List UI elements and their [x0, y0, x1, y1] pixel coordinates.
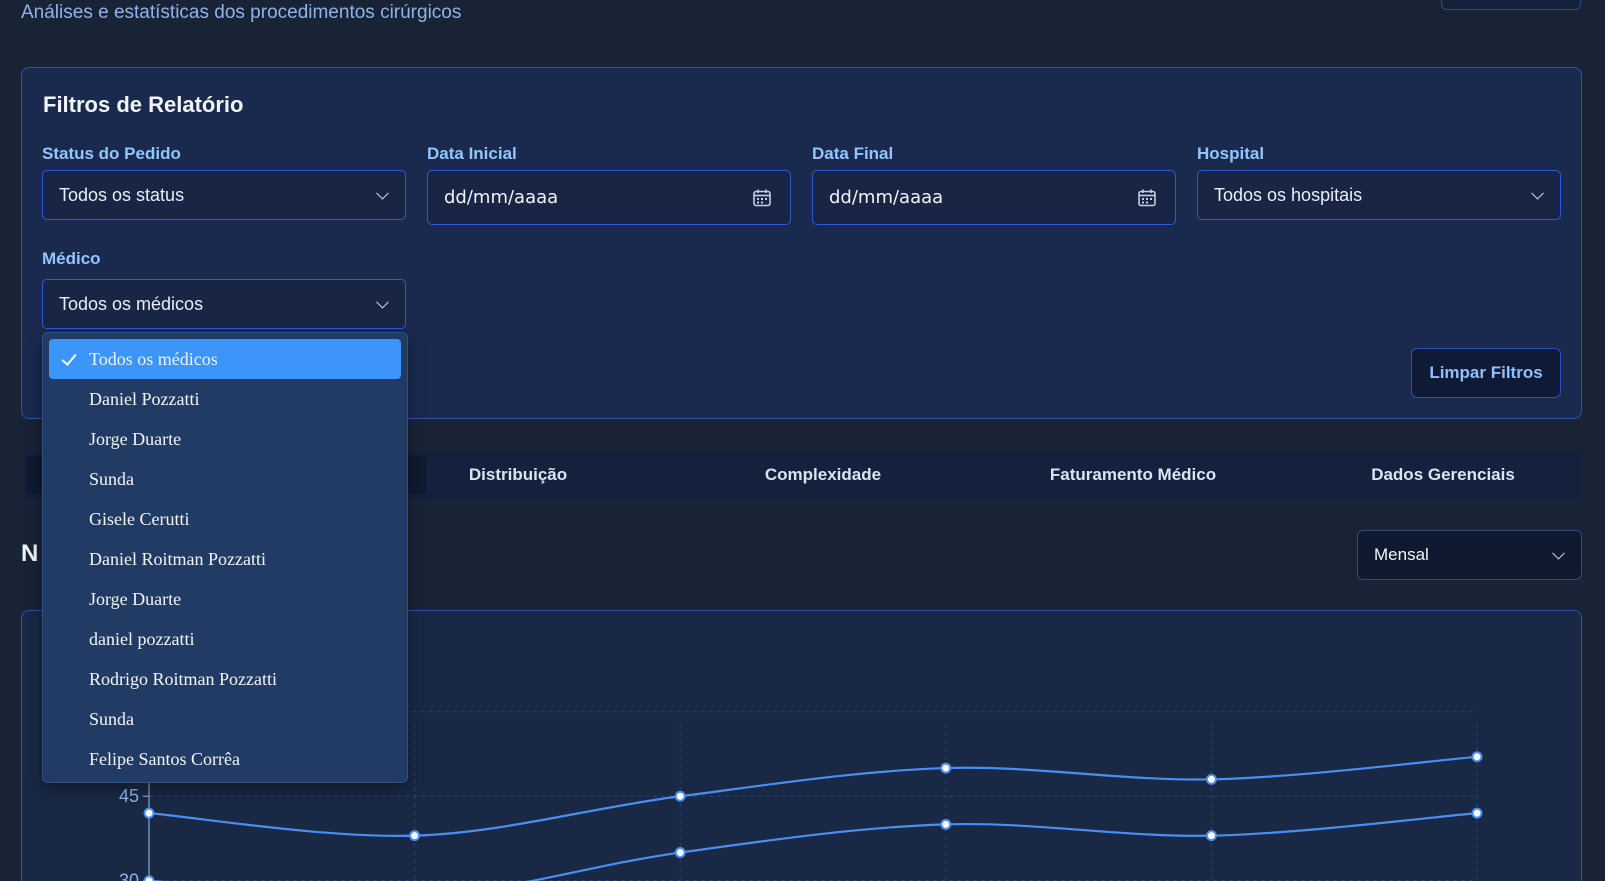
data-point — [940, 762, 952, 774]
doctor-option[interactable]: Jorge Duarte — [49, 579, 401, 619]
hospital-select[interactable]: Todos os hospitais — [1197, 170, 1561, 220]
doctor-option[interactable]: Daniel Pozzatti — [49, 379, 401, 419]
status-label: Status do Pedido — [42, 144, 181, 163]
doctor-option-label: Felipe Santos Corrêa — [89, 748, 240, 769]
doctor-option[interactable]: Felipe Santos Corrêa — [49, 739, 401, 779]
series-line-2 — [148, 812, 1478, 881]
chevron-down-icon — [1531, 186, 1544, 200]
doctor-dropdown-menu: Todos os médicos Daniel Pozzatti Jorge Dua… — [42, 332, 408, 783]
doctor-option[interactable]: Daniel Roitman Pozzatti — [49, 539, 401, 579]
chevron-down-icon — [1552, 546, 1565, 560]
status-select-value: Todos os status — [59, 184, 185, 205]
page-subtitle: Análises e estatísticas dos procedimento… — [21, 2, 462, 23]
chevron-down-icon — [376, 186, 389, 200]
calendar-icon[interactable] — [752, 188, 772, 208]
doctor-option[interactable]: Jorge Duarte — [49, 419, 401, 459]
data-point — [143, 875, 155, 881]
doctor-option-label: Sunda — [89, 708, 134, 729]
data-point — [674, 847, 686, 859]
doctor-option-label: Rodrigo Roitman Pozzatti — [89, 668, 277, 689]
doctor-option-label: Gisele Cerutti — [89, 508, 190, 529]
data-point — [1205, 830, 1217, 842]
date-end-label: Data Final — [812, 144, 894, 163]
doctor-option[interactable]: Sunda — [49, 699, 401, 739]
doctor-option-label: Todos os médicos — [89, 348, 218, 369]
y-tick-label: 30 — [119, 871, 139, 881]
data-point — [674, 790, 686, 802]
doctor-option[interactable]: Rodrigo Roitman Pozzatti — [49, 659, 401, 699]
chevron-down-icon — [376, 295, 389, 309]
check-icon — [61, 350, 77, 366]
doctor-option-label: Sunda — [89, 468, 134, 489]
doctor-option[interactable]: Gisele Cerutti — [49, 499, 401, 539]
doctor-option-label: Jorge Duarte — [89, 588, 182, 609]
hospital-select-value: Todos os hospitais — [1214, 184, 1363, 205]
date-start-label: Data Inicial — [427, 144, 517, 163]
doctor-select[interactable]: Todos os médicos — [42, 279, 406, 329]
tab-complexidade[interactable]: Complexidade — [708, 451, 938, 499]
y-tick-label: 45 — [119, 786, 139, 806]
data-point — [1471, 751, 1483, 763]
tab-dados-gerenciais[interactable]: Dados Gerenciais — [1328, 451, 1558, 499]
doctor-option-label: Jorge Duarte — [89, 428, 182, 449]
hospital-label: Hospital — [1197, 144, 1265, 163]
doctor-option-label: Daniel Roitman Pozzatti — [89, 548, 266, 569]
tab-faturamento-medico[interactable]: Faturamento Médico — [998, 451, 1268, 499]
doctor-option-label: Daniel Pozzatti — [89, 388, 200, 409]
data-point — [1205, 773, 1217, 785]
calendar-icon[interactable] — [1137, 188, 1157, 208]
doctor-option[interactable]: daniel pozzatti — [49, 619, 401, 659]
section-heading: N — [21, 540, 39, 567]
doctor-option-label: daniel pozzatti — [89, 628, 195, 649]
tab-distribuicao[interactable]: Distribuição — [403, 451, 633, 499]
date-start-placeholder: dd/mm/aaaa — [444, 187, 559, 208]
data-point — [409, 830, 421, 842]
period-select[interactable]: Mensal — [1357, 530, 1582, 580]
header-action-button[interactable] — [1441, 0, 1581, 10]
doctor-option[interactable]: Todos os médicos — [49, 339, 401, 379]
doctor-select-value: Todos os médicos — [59, 293, 204, 314]
date-end-placeholder: dd/mm/aaaa — [829, 187, 944, 208]
period-select-value: Mensal — [1374, 545, 1429, 564]
date-start-input[interactable]: dd/mm/aaaa — [427, 170, 791, 225]
filters-title: Filtros de Relatório — [43, 92, 244, 117]
doctor-option[interactable]: Sunda — [49, 459, 401, 499]
data-point — [1471, 807, 1483, 819]
status-select[interactable]: Todos os status — [42, 170, 406, 220]
date-end-input[interactable]: dd/mm/aaaa — [812, 170, 1176, 225]
doctor-label: Médico — [42, 249, 101, 268]
data-point — [940, 818, 952, 830]
data-point — [143, 807, 155, 819]
clear-filters-button[interactable]: Limpar Filtros — [1411, 348, 1561, 398]
